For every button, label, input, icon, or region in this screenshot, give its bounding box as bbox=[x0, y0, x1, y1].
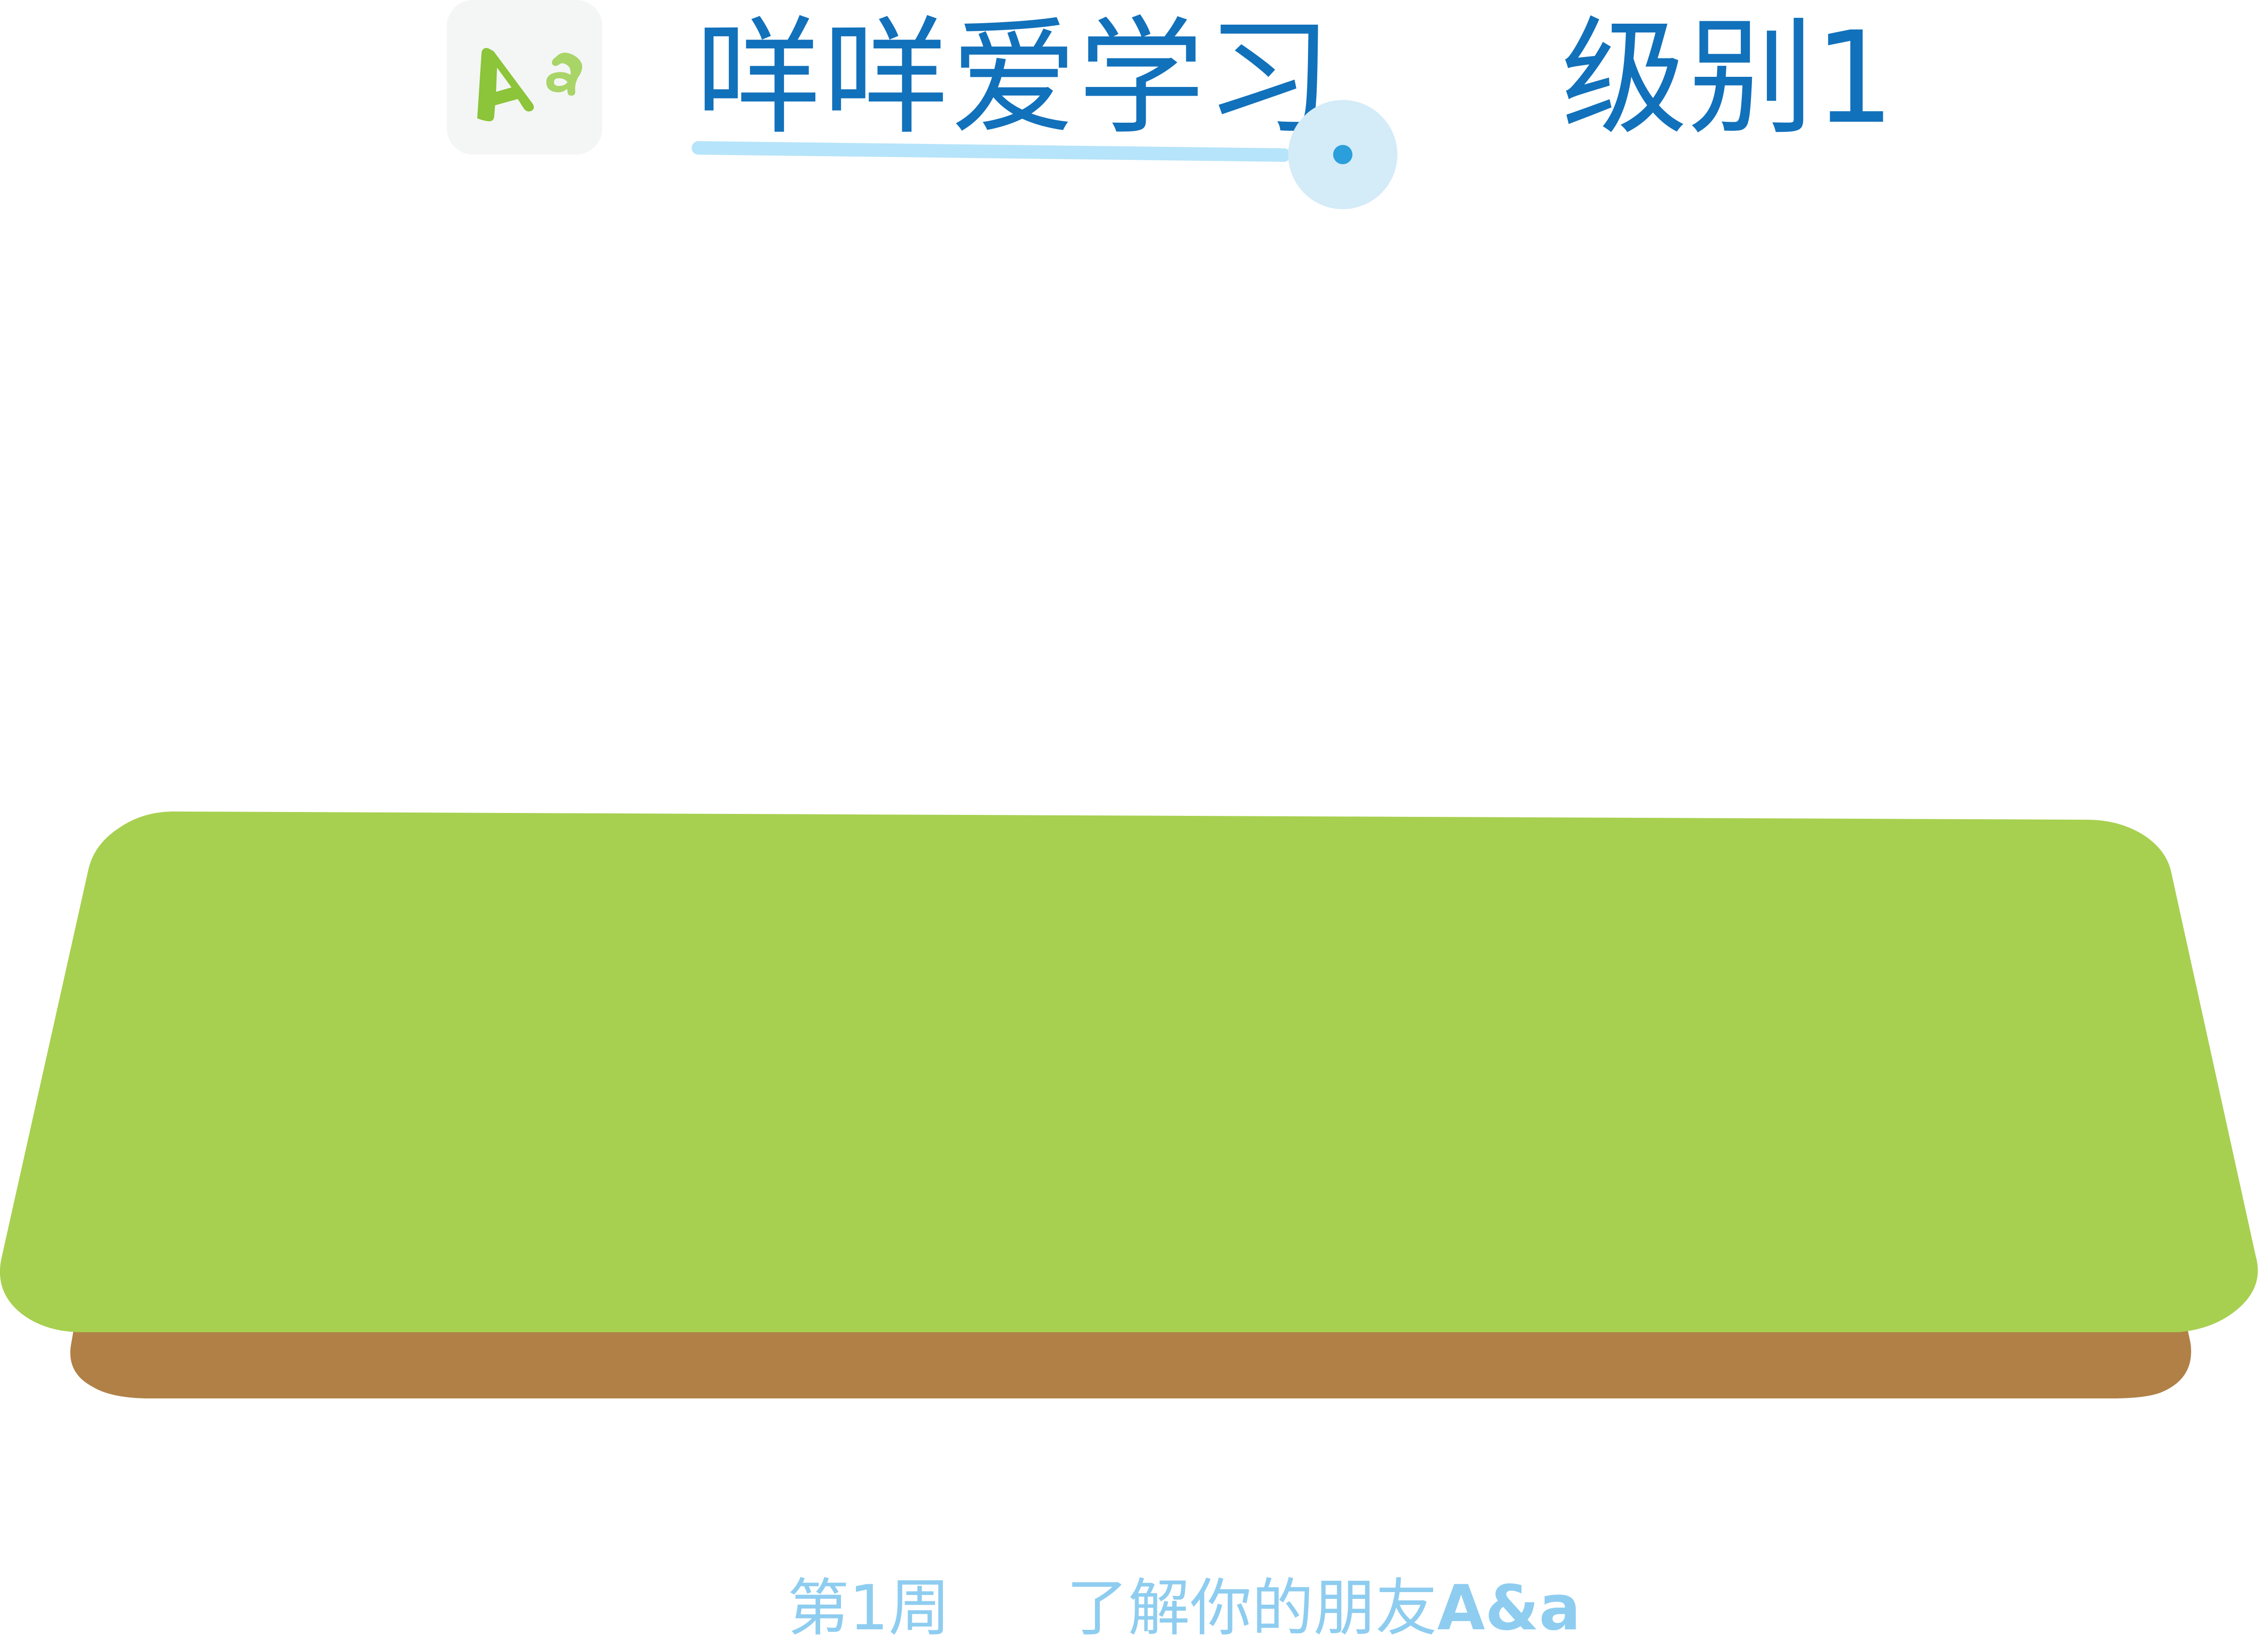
ground-top bbox=[0, 812, 2258, 1332]
app-icon[interactable] bbox=[447, 0, 602, 155]
progress-knob[interactable] bbox=[1288, 100, 1397, 209]
progress-dot bbox=[1333, 145, 1352, 164]
progress-track bbox=[691, 141, 1291, 162]
topic-text: 了解你的朋友 bbox=[1066, 1572, 1437, 1644]
ground-platform-graphic bbox=[0, 812, 2258, 1398]
topic-letters: A&a bbox=[1437, 1572, 1581, 1644]
week-label: 第1周 bbox=[787, 1572, 951, 1644]
ground-platform bbox=[0, 802, 2261, 1430]
level-label: 级别1 bbox=[1561, 4, 1895, 152]
progress-slider[interactable] bbox=[691, 97, 1402, 222]
lesson-caption: 第1周 了解你的朋友A&a bbox=[787, 1572, 1581, 1645]
lowercase-a-glyph bbox=[546, 53, 583, 96]
letters-a-icon bbox=[477, 48, 583, 122]
uppercase-a-glyph bbox=[477, 48, 534, 122]
